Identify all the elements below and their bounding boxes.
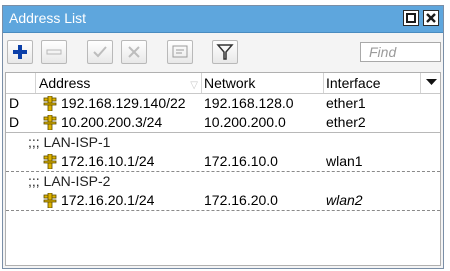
sort-indicator-icon: ▽ xyxy=(190,80,198,91)
flag-cell: D xyxy=(9,95,20,111)
network-column-header[interactable]: Network xyxy=(202,73,324,93)
address-column-label: Address xyxy=(39,75,91,91)
filter-icon xyxy=(216,44,234,60)
window-title: Address List xyxy=(9,10,87,26)
interface-column-label: Interface xyxy=(326,75,381,91)
address-column-header[interactable]: Address ▽ xyxy=(36,73,202,93)
interface-cell: wlan1 xyxy=(326,153,363,169)
table-row[interactable]: D 192.168.129.140/22 192.168.128.0 ether… xyxy=(6,94,440,113)
enable-button[interactable] xyxy=(87,40,113,64)
restore-icon xyxy=(406,13,416,23)
interface-cell: ether1 xyxy=(326,95,366,111)
comment-row[interactable]: ;;; LAN-ISP-1 xyxy=(6,133,440,152)
table-header: Address ▽ Network Interface xyxy=(6,73,440,94)
x-mark-icon xyxy=(128,46,140,58)
interface-column-header[interactable]: Interface xyxy=(324,73,420,93)
comment-text: ;;; LAN-ISP-1 xyxy=(28,134,111,150)
close-button[interactable] xyxy=(423,10,439,26)
add-button[interactable] xyxy=(7,40,33,64)
restore-button[interactable] xyxy=(403,10,419,26)
find-input[interactable] xyxy=(360,42,441,62)
table-row[interactable]: 172.16.10.1/24 172.16.10.0 wlan1 xyxy=(6,152,440,172)
address-cell: 172.16.20.1/24 xyxy=(61,192,155,208)
network-column-label: Network xyxy=(204,75,256,91)
network-cell: 10.200.200.0 xyxy=(204,114,286,130)
address-table: Address ▽ Network Interface D 192.168.12… xyxy=(5,72,441,266)
network-cell: 172.16.10.0 xyxy=(204,153,278,169)
title-bar[interactable]: Address List xyxy=(3,6,443,33)
comment-button[interactable] xyxy=(167,40,193,64)
comment-icon xyxy=(172,45,188,58)
toolbar xyxy=(3,33,443,71)
address-icon xyxy=(43,96,57,111)
plus-icon xyxy=(13,45,27,59)
comment-row[interactable]: ;;; LAN-ISP-2 xyxy=(6,172,440,191)
remove-button[interactable] xyxy=(41,40,67,64)
address-cell: 192.168.129.140/22 xyxy=(61,95,186,111)
table-row[interactable]: D 10.200.200.3/24 10.200.200.0 ether2 xyxy=(6,113,440,133)
flag-cell: D xyxy=(9,114,20,130)
chevron-down-icon xyxy=(426,79,437,85)
address-icon xyxy=(43,115,57,130)
comment-text: ;;; LAN-ISP-2 xyxy=(28,173,111,189)
disable-button[interactable] xyxy=(121,40,147,64)
filter-button[interactable] xyxy=(212,40,238,64)
address-icon xyxy=(43,154,57,169)
interface-cell: ether2 xyxy=(326,114,366,130)
flag-column-header[interactable] xyxy=(6,73,36,93)
column-menu-button[interactable] xyxy=(420,73,440,93)
table-row[interactable]: 172.16.20.1/24 172.16.20.0 wlan2 xyxy=(6,191,440,211)
interface-cell: wlan2 xyxy=(326,192,363,208)
minus-icon xyxy=(46,49,62,55)
checkmark-icon xyxy=(93,46,107,58)
address-cell: 172.16.10.1/24 xyxy=(61,153,155,169)
address-cell: 10.200.200.3/24 xyxy=(61,114,163,130)
network-cell: 172.16.20.0 xyxy=(204,192,278,208)
close-icon xyxy=(426,13,436,23)
address-list-window: Address List Find Address ▽ Network Inte… xyxy=(2,5,444,269)
address-icon xyxy=(43,193,57,208)
network-cell: 192.168.128.0 xyxy=(204,95,294,111)
